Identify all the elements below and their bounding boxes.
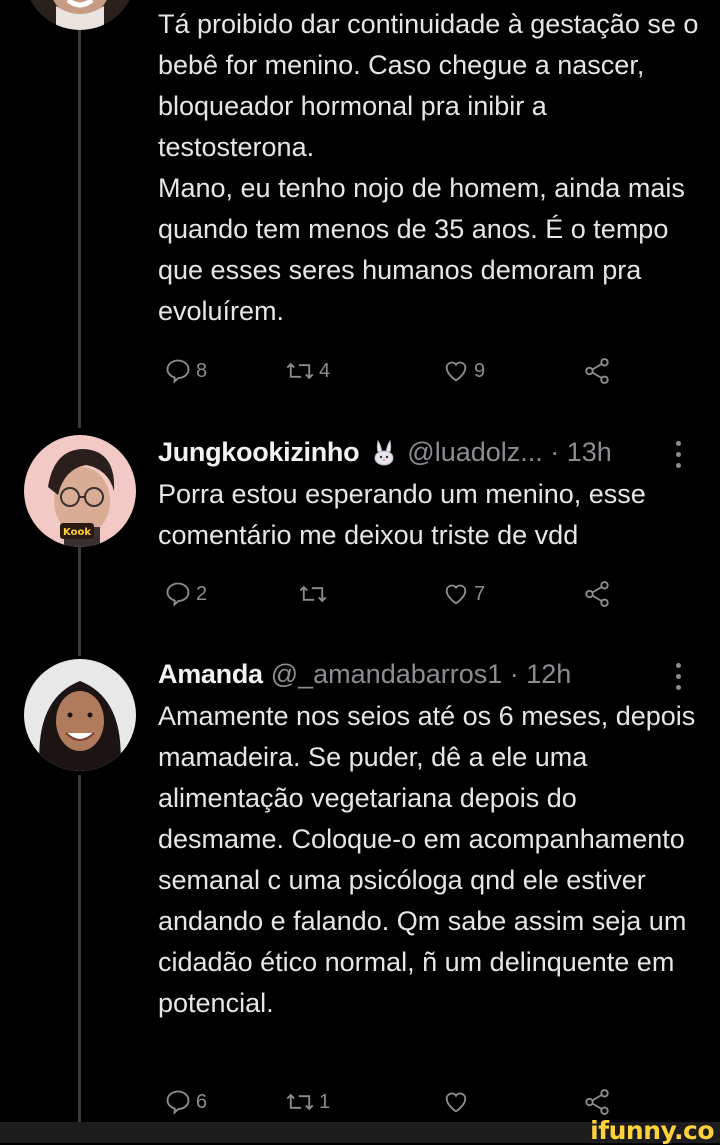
display-name[interactable]: Jungkookizinho <box>158 437 360 468</box>
tweet-top-text: Tá proibido dar continuidade à gestação … <box>158 4 703 332</box>
avatar-jungkookizinho[interactable]: Kook <box>24 435 136 547</box>
reply-count: 6 <box>196 1090 208 1113</box>
tweet-jungkook-actions: 2 7 <box>158 574 628 614</box>
avatar-amanda-image <box>24 659 136 771</box>
share-icon <box>585 358 609 384</box>
tweet-jungkook-header: Jungkookizinho @luadolz... · 13h <box>158 432 612 472</box>
tweet-jungkook-text: Porra estou esperando um menino, esse co… <box>158 474 698 556</box>
share-button[interactable] <box>582 574 612 614</box>
like-button[interactable]: 9 <box>442 351 485 391</box>
tweet-top-paragraph-2: Mano, eu tenho nojo de homem, ainda mais… <box>158 173 685 326</box>
avatar-top-image <box>24 0 136 30</box>
thread-line-bottom <box>78 775 81 1123</box>
like-count: 9 <box>474 359 486 382</box>
like-button[interactable]: 7 <box>442 574 485 614</box>
like-count: 7 <box>474 582 486 605</box>
share-icon <box>585 1089 609 1115</box>
share-icon <box>585 581 609 607</box>
ifunny-watermark: ifunny.co <box>590 1116 714 1145</box>
retweet-icon <box>286 1093 314 1111</box>
reply-count: 2 <box>196 582 208 605</box>
more-options-icon[interactable] <box>672 441 684 468</box>
reply-button[interactable]: 8 <box>164 351 207 391</box>
avatar-top-user[interactable] <box>24 0 136 30</box>
like-button[interactable] <box>442 1082 474 1122</box>
thread-line-top <box>78 30 81 428</box>
retweet-icon <box>299 585 327 603</box>
retweet-button[interactable] <box>298 574 332 614</box>
handle-and-time[interactable]: @luadolz... · 13h <box>407 437 612 468</box>
reply-icon <box>166 582 190 607</box>
reply-count: 8 <box>196 359 208 382</box>
share-button[interactable] <box>582 351 612 391</box>
reply-icon <box>166 1090 190 1115</box>
more-options-icon[interactable] <box>672 663 684 690</box>
retweet-button[interactable]: 4 <box>285 351 330 391</box>
display-name[interactable]: Amanda <box>158 659 263 690</box>
reply-icon <box>166 359 190 384</box>
tweet-amanda-paragraph: Amamente nos seios até os 6 meses, depoi… <box>158 701 696 1018</box>
tweet-jungkook-paragraph: Porra estou esperando um menino, esse co… <box>158 479 646 550</box>
avatar-jungkookizinho-image: Kook <box>24 435 136 547</box>
retweet-button[interactable]: 1 <box>285 1082 330 1122</box>
tweet-amanda-actions: 6 1 <box>158 1082 628 1122</box>
heart-icon <box>445 1092 467 1113</box>
handle-and-time[interactable]: @_amandabarros1 · 12h <box>271 659 572 690</box>
thread-line-middle <box>78 538 81 656</box>
reply-button[interactable]: 6 <box>164 1082 207 1122</box>
rabbit-emoji-icon <box>369 437 399 467</box>
retweet-count: 1 <box>319 1090 331 1113</box>
heart-icon <box>445 584 467 605</box>
avatar-tag-text: Kook <box>63 527 91 538</box>
tweet-amanda-header: Amanda @_amandabarros1 · 12h <box>158 654 571 694</box>
retweet-icon <box>286 362 314 380</box>
tweet-amanda-text: Amamente nos seios até os 6 meses, depoi… <box>158 696 703 1024</box>
avatar-amanda[interactable] <box>24 659 136 771</box>
tweet-top-actions: 8 4 9 <box>158 351 628 391</box>
reply-button[interactable]: 2 <box>164 574 207 614</box>
heart-icon <box>445 361 467 382</box>
tweet-top-paragraph-1: Tá proibido dar continuidade à gestação … <box>158 9 699 162</box>
retweet-count: 4 <box>319 359 331 382</box>
